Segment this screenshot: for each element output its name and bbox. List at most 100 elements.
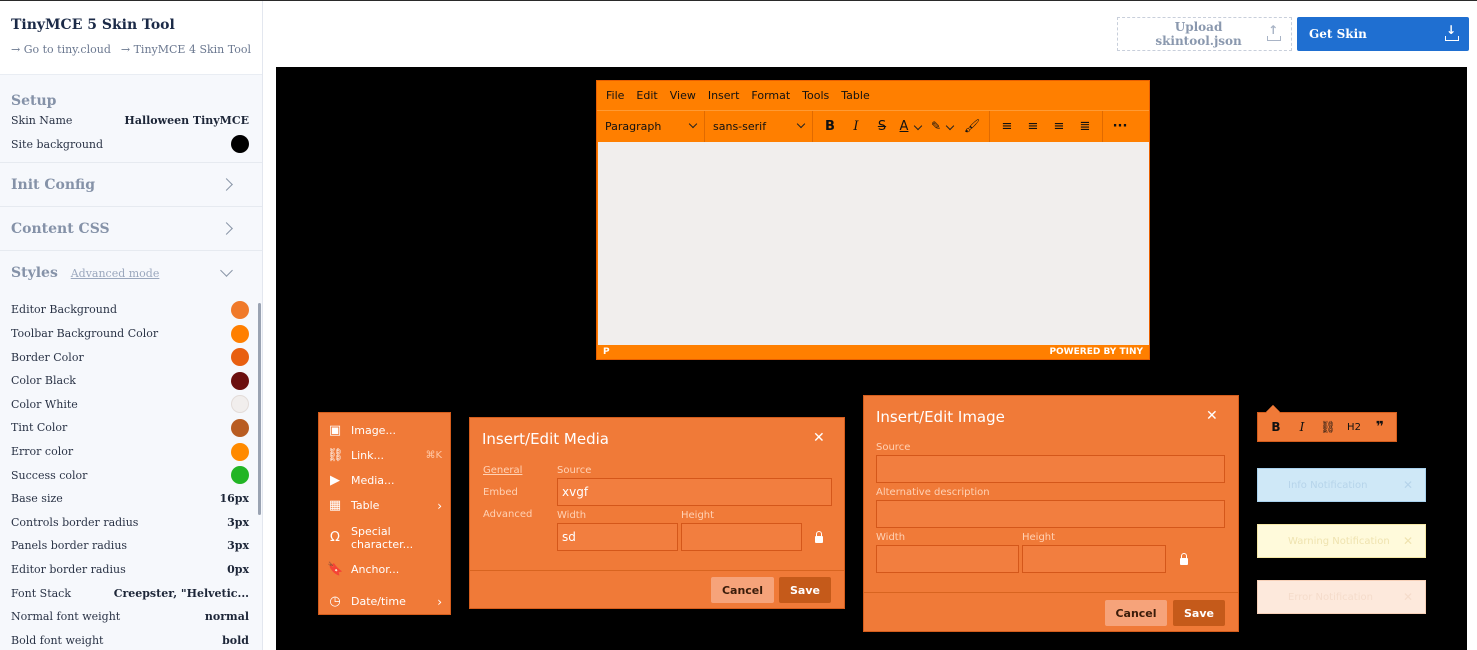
style-row-controls-radius[interactable]: Controls border radius 3px bbox=[0, 511, 262, 535]
tab-embed[interactable]: Embed bbox=[483, 487, 518, 498]
link-icon[interactable]: ⛓ bbox=[1315, 420, 1341, 434]
link-tiny-cloud[interactable]: → Go to tiny.cloud bbox=[11, 43, 111, 56]
menu-file[interactable]: File bbox=[606, 89, 624, 102]
style-row-toolbar-background[interactable]: Toolbar Background Color bbox=[0, 322, 262, 346]
image-cancel-button[interactable]: Cancel bbox=[1105, 600, 1167, 626]
color-swatch[interactable] bbox=[231, 395, 249, 414]
close-icon[interactable]: ✕ bbox=[1403, 478, 1413, 492]
media-cancel-button[interactable]: Cancel bbox=[711, 577, 774, 603]
style-row-normal-weight[interactable]: Normal font weight normal bbox=[0, 605, 262, 629]
strikethrough-icon[interactable]: S bbox=[869, 111, 895, 142]
color-swatch[interactable] bbox=[231, 418, 249, 437]
image-source-input[interactable] bbox=[876, 455, 1225, 483]
menu-edit[interactable]: Edit bbox=[636, 89, 657, 102]
skin-name-value[interactable]: Halloween TinyMCE bbox=[124, 114, 249, 127]
image-width-input[interactable] bbox=[876, 545, 1019, 573]
menu-table[interactable]: Table bbox=[841, 89, 869, 102]
upload-skintool-button[interactable]: Upload skintool.json bbox=[1117, 17, 1292, 51]
color-swatch[interactable] bbox=[231, 324, 249, 343]
align-justify-icon[interactable]: ≣ bbox=[1072, 111, 1098, 142]
color-swatch[interactable] bbox=[231, 300, 249, 319]
blockquote-icon[interactable]: ❞ bbox=[1367, 419, 1393, 435]
style-row-editor-background[interactable]: Editor Background bbox=[0, 298, 262, 322]
format-painter-icon[interactable]: 🖌 bbox=[959, 111, 985, 142]
menu-view[interactable]: View bbox=[670, 89, 696, 102]
chevron-down-icon[interactable] bbox=[913, 121, 923, 131]
styles-heading[interactable]: Styles Advanced mode bbox=[0, 251, 262, 295]
style-row-error-color[interactable]: Error color bbox=[0, 440, 262, 464]
style-row-editor-radius[interactable]: Editor border radius 0px bbox=[0, 558, 262, 582]
close-icon[interactable]: ✕ bbox=[1206, 408, 1218, 424]
table-icon: ▦ bbox=[328, 498, 342, 513]
content-css-section[interactable]: Content CSS bbox=[0, 207, 262, 252]
ctx-item-media[interactable]: ▶ Media... bbox=[319, 468, 450, 493]
content-css-heading[interactable]: Content CSS bbox=[0, 207, 262, 250]
color-swatch[interactable] bbox=[231, 348, 249, 367]
close-icon[interactable]: ✕ bbox=[1403, 590, 1413, 604]
heading-h2-button[interactable]: H2 bbox=[1341, 422, 1367, 433]
ctx-item-anchor[interactable]: 🔖 Anchor... bbox=[319, 557, 450, 582]
media-save-button[interactable]: Save bbox=[779, 577, 831, 603]
tab-general[interactable]: General bbox=[483, 465, 522, 476]
style-row-color-white[interactable]: Color White bbox=[0, 393, 262, 417]
color-swatch[interactable] bbox=[231, 371, 249, 390]
style-row-panels-radius[interactable]: Panels border radius 3px bbox=[0, 534, 262, 558]
lock-icon[interactable] bbox=[1180, 553, 1188, 565]
close-icon[interactable]: ✕ bbox=[813, 430, 825, 446]
style-row-font-stack[interactable]: Font Stack Creepster, "Helvetic... bbox=[0, 581, 262, 605]
ctx-item-datetime[interactable]: ◷ Date/time › bbox=[319, 589, 450, 614]
align-right-icon[interactable]: ≡ bbox=[1046, 111, 1072, 142]
omega-icon: Ω bbox=[330, 530, 340, 545]
italic-icon[interactable]: I bbox=[843, 111, 869, 142]
menu-format[interactable]: Format bbox=[751, 89, 790, 102]
highlight-color-icon[interactable]: ✎ bbox=[927, 111, 945, 142]
block-format-select[interactable]: Paragraph bbox=[597, 110, 705, 142]
ctx-item-image[interactable]: ▣ Image... bbox=[319, 418, 450, 443]
init-config-heading[interactable]: Init Config bbox=[0, 163, 262, 206]
bold-icon[interactable]: B bbox=[817, 111, 843, 142]
site-background-row[interactable]: Site background bbox=[0, 133, 262, 157]
font-family-select[interactable]: sans-serif bbox=[705, 110, 813, 142]
align-left-icon[interactable]: ≡ bbox=[994, 111, 1020, 142]
sidebar-scrollbar[interactable] bbox=[258, 303, 261, 515]
chevron-down-icon bbox=[796, 119, 806, 129]
color-swatch[interactable] bbox=[231, 466, 249, 485]
media-height-input[interactable] bbox=[681, 523, 802, 551]
bold-icon[interactable]: B bbox=[1263, 420, 1289, 434]
text-color-icon[interactable]: A bbox=[895, 111, 913, 142]
ctx-item-link[interactable]: ⛓ Link... ⌘K bbox=[319, 443, 450, 468]
chevron-down-icon[interactable] bbox=[945, 121, 955, 131]
close-icon[interactable]: ✕ bbox=[1403, 534, 1413, 548]
media-source-input[interactable]: xvgf bbox=[557, 478, 832, 506]
chevron-down-icon bbox=[220, 264, 233, 278]
style-row-tint-color[interactable]: Tint Color bbox=[0, 416, 262, 440]
style-row-success-color[interactable]: Success color bbox=[0, 463, 262, 487]
advanced-mode-link[interactable]: Advanced mode bbox=[71, 267, 160, 280]
site-background-swatch[interactable] bbox=[231, 135, 249, 154]
lock-icon[interactable] bbox=[815, 531, 823, 543]
element-path[interactable]: P bbox=[603, 347, 610, 357]
menu-insert[interactable]: Insert bbox=[708, 89, 740, 102]
align-center-icon[interactable]: ≡ bbox=[1020, 111, 1046, 142]
italic-icon[interactable]: I bbox=[1289, 420, 1315, 434]
link-tinymce4-skin-tool[interactable]: → TinyMCE 4 Skin Tool bbox=[121, 43, 251, 56]
style-row-border-color[interactable]: Border Color bbox=[0, 345, 262, 369]
powered-by-tiny[interactable]: POWERED BY TINY bbox=[1049, 347, 1143, 357]
color-swatch[interactable] bbox=[231, 442, 249, 461]
style-row-base-size[interactable]: Base size 16px bbox=[0, 487, 262, 511]
style-row-bold-weight[interactable]: Bold font weight bold bbox=[0, 629, 262, 650]
init-config-section[interactable]: Init Config bbox=[0, 163, 262, 208]
style-row-color-black[interactable]: Color Black bbox=[0, 369, 262, 393]
ctx-item-special-character[interactable]: Ω Special character... bbox=[319, 525, 450, 551]
skin-name-row[interactable]: Skin Name Halloween TinyMCE bbox=[0, 109, 262, 133]
image-height-input[interactable] bbox=[1022, 545, 1166, 573]
tab-advanced[interactable]: Advanced bbox=[483, 509, 532, 520]
image-save-button[interactable]: Save bbox=[1173, 600, 1225, 626]
more-icon[interactable]: ··· bbox=[1107, 111, 1133, 142]
get-skin-button[interactable]: Get Skin bbox=[1297, 17, 1469, 51]
ctx-item-table[interactable]: ▦ Table › bbox=[319, 493, 450, 518]
image-alt-input[interactable] bbox=[876, 500, 1225, 528]
editor-content-area[interactable] bbox=[598, 142, 1149, 345]
media-width-input[interactable]: sd bbox=[557, 523, 678, 551]
menu-tools[interactable]: Tools bbox=[802, 89, 829, 102]
